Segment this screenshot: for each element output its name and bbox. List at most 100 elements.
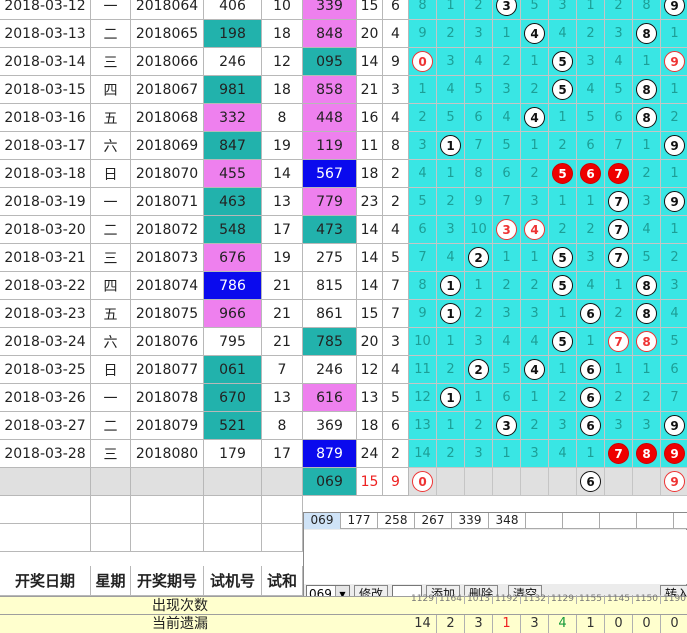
miss-count: 4 — [642, 222, 651, 237]
digit-cell-0: 14 — [409, 440, 437, 468]
digit-cell-0: 11 — [409, 356, 437, 384]
miss-count: 4 — [670, 306, 679, 321]
winning-span: 9 — [383, 48, 409, 76]
digit-cell-5: 5 — [549, 76, 577, 104]
winning-number: 275 — [303, 244, 357, 272]
table-row[interactable]: 2018-03-23 五 2018075 966 21 861 15 7 9 1 2 3 3 1 6 2 8 4 — [0, 300, 687, 328]
number-tab[interactable]: 339 — [452, 513, 489, 529]
miss-count: 2 — [614, 0, 623, 13]
table-row[interactable]: 2018-03-18 日 2018070 455 14 567 18 2 4 1 8 6 2 5 6 7 2 1 — [0, 160, 687, 188]
winning-sum: 12 — [357, 356, 383, 384]
table-row[interactable]: 2018-03-15 四 2018067 981 18 858 21 3 1 4 5 3 2 5 4 5 8 1 — [0, 76, 687, 104]
winning-sum: 14 — [357, 244, 383, 272]
draw-date: 2018-03-14 — [0, 48, 91, 76]
digit-cell-9: 9 — [661, 132, 687, 160]
miss-count: 5 — [502, 362, 511, 377]
header-test-number[interactable]: 试机号 — [204, 566, 262, 596]
miss-count: 6 — [670, 362, 679, 377]
draw-date: 2018-03-22 — [0, 272, 91, 300]
draw-issue: 2018072 — [131, 216, 204, 244]
miss-count: 8 — [642, 0, 651, 13]
empty-tab — [674, 513, 687, 529]
number-tab[interactable]: 267 — [415, 513, 452, 529]
table-row[interactable]: 2018-03-17 六 2018069 847 19 119 11 8 3 1 7 5 1 2 6 7 1 9 — [0, 132, 687, 160]
header-weekday[interactable]: 星期 — [91, 566, 131, 596]
miss-count: 9 — [474, 194, 483, 209]
digit-cell-1: 2 — [437, 356, 465, 384]
digit-cell-7: 4 — [605, 48, 633, 76]
digit-ball: 7 — [608, 191, 629, 212]
draw-issue: 2018075 — [131, 300, 204, 328]
table-row[interactable]: 2018-03-12 一 2018064 406 10 339 15 6 8 1 2 3 5 3 1 2 8 9 — [0, 0, 687, 20]
miss-count: 1 — [586, 446, 595, 461]
blank-cell — [204, 468, 262, 496]
draw-date: 2018-03-27 — [0, 412, 91, 440]
header-draw-issue[interactable]: 开奖期号 — [131, 566, 204, 596]
miss-count: 2 — [530, 166, 539, 181]
digit-ball: 1 — [440, 387, 461, 408]
digit-cell-3: 3 — [493, 216, 521, 244]
digit-cell-1 — [437, 468, 465, 496]
prediction-row[interactable]: 069 15 9 0 6 9 — [0, 468, 687, 496]
digit-cell-8: 2 — [633, 160, 661, 188]
table-row[interactable]: 2018-03-13 二 2018065 198 18 848 20 4 9 2 3 1 4 4 2 3 8 1 — [0, 20, 687, 48]
table-row[interactable]: 2018-03-26 一 2018078 670 13 616 13 5 12 1 1 6 1 2 6 2 2 7 — [0, 384, 687, 412]
digit-cell-0: 2 — [409, 104, 437, 132]
miss-count: 4 — [446, 82, 455, 97]
blank-cell — [131, 468, 204, 496]
table-row[interactable]: 2018-03-27 二 2018079 521 8 369 18 6 13 1 2 3 2 3 6 3 3 9 — [0, 412, 687, 440]
digit-cell-0: 9 — [409, 300, 437, 328]
table-row[interactable]: 2018-03-28 三 2018080 179 17 879 24 2 14 2 3 1 3 4 1 7 8 9 — [0, 440, 687, 468]
empty-tab — [600, 513, 637, 529]
appear-count-value: 1013 — [465, 595, 493, 604]
digit-cell-1: 3 — [437, 48, 465, 76]
header-test-sum[interactable]: 试和 — [262, 566, 303, 596]
miss-count: 3 — [502, 306, 511, 321]
header-draw-date[interactable]: 开奖日期 — [0, 566, 91, 596]
digit-cell-9: 9 — [661, 0, 687, 20]
table-row[interactable]: 2018-03-22 四 2018074 786 21 815 14 7 8 1 1 2 2 5 4 1 8 3 — [0, 272, 687, 300]
digit-cell-6: 3 — [577, 244, 605, 272]
miss-count: 1 — [586, 334, 595, 349]
digit-ball: 4 — [524, 219, 545, 240]
table-row[interactable]: 2018-03-20 二 2018072 548 17 473 14 4 6 3 10 3 4 2 2 7 4 1 — [0, 216, 687, 244]
digit-ball: 7 — [608, 331, 629, 352]
miss-count: 1 — [670, 222, 679, 237]
digit-ball: 4 — [524, 107, 545, 128]
digit-cell-5: 2 — [549, 216, 577, 244]
test-sum: 13 — [262, 384, 303, 412]
table-row[interactable]: 2018-03-24 六 2018076 795 21 785 20 3 10 1 3 4 4 5 1 7 8 5 — [0, 328, 687, 356]
appear-count-value: 1192 — [493, 595, 521, 604]
weekday: 六 — [91, 328, 131, 356]
current-miss-value: 14 — [409, 615, 437, 633]
miss-count: 3 — [446, 222, 455, 237]
weekday: 二 — [91, 216, 131, 244]
number-tab[interactable]: 348 — [489, 513, 526, 529]
digit-cell-6: 1 — [577, 328, 605, 356]
appear-count-value: 1150 — [633, 595, 661, 604]
digit-ball: 3 — [496, 0, 517, 16]
table-row[interactable]: 2018-03-16 五 2018068 332 8 448 16 4 2 5 6 4 4 1 5 6 8 2 — [0, 104, 687, 132]
table-row[interactable]: 2018-03-19 一 2018071 463 13 779 23 2 5 2 9 7 3 1 1 7 3 9 — [0, 188, 687, 216]
winning-number: 339 — [303, 0, 357, 20]
digit-cell-3: 2 — [493, 48, 521, 76]
number-list-textarea[interactable] — [304, 530, 687, 584]
digit-ball: 6 — [580, 471, 601, 492]
winning-sum: 15 — [357, 0, 383, 20]
number-tab[interactable]: 177 — [341, 513, 378, 529]
table-row[interactable]: 2018-03-21 三 2018073 676 19 275 14 5 7 4 2 1 1 5 3 7 5 2 — [0, 244, 687, 272]
table-row[interactable]: 2018-03-25 日 2018077 061 7 246 12 4 11 2 2 5 4 1 6 1 1 6 — [0, 356, 687, 384]
number-tab-strip: 069 177 258 267 339 348 — [304, 513, 687, 529]
number-tab[interactable]: 258 — [378, 513, 415, 529]
miss-count: 3 — [670, 278, 679, 293]
miss-count: 6 — [586, 138, 595, 153]
miss-count: 2 — [502, 278, 511, 293]
miss-count: 1 — [530, 138, 539, 153]
digit-cell-4: 4 — [521, 328, 549, 356]
miss-count: 2 — [642, 390, 651, 405]
table-row[interactable]: 2018-03-14 三 2018066 246 12 095 14 9 0 3 4 2 1 5 3 4 1 9 — [0, 48, 687, 76]
number-tab[interactable]: 069 — [304, 513, 341, 529]
digit-cell-4: 4 — [521, 216, 549, 244]
test-number: 179 — [204, 440, 262, 468]
winning-span: 4 — [383, 20, 409, 48]
